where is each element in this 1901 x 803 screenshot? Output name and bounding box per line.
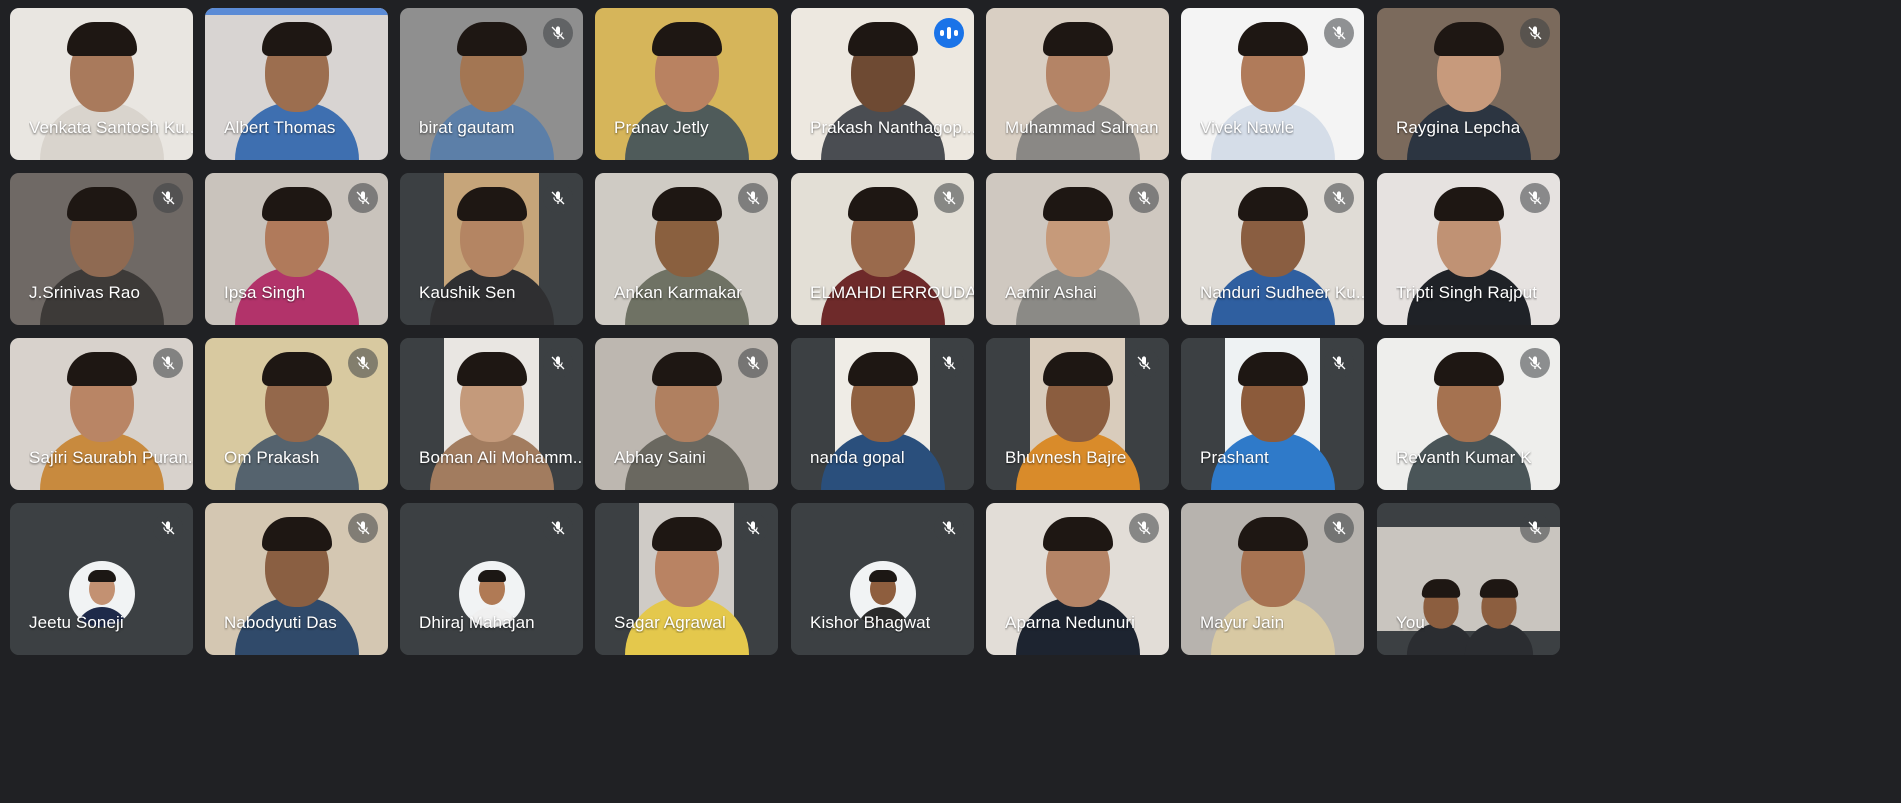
participant-tile[interactable]: Venkata Santosh Ku...: [10, 8, 193, 160]
mic-off-icon: [543, 183, 573, 213]
participant-name: Revanth Kumar K: [1396, 448, 1532, 467]
mic-off-icon: [934, 183, 964, 213]
participant-tile[interactable]: Ipsa Singh: [205, 173, 388, 325]
participant-name: Nanduri Sudheer Ku...: [1200, 283, 1364, 302]
participant-name: Pranav Jetly: [614, 118, 709, 137]
participant-tile[interactable]: Raygina Lepcha: [1377, 8, 1560, 160]
participant-tile[interactable]: Ankan Karmakar: [595, 173, 778, 325]
mic-off-icon: [934, 348, 964, 378]
mic-off-icon: [1129, 183, 1159, 213]
mic-off-icon: [543, 348, 573, 378]
mic-off-icon: [1129, 348, 1159, 378]
participant-name: Bhuvnesh Bajre: [1005, 448, 1127, 467]
participant-tile[interactable]: Om Prakash: [205, 338, 388, 490]
participant-tile[interactable]: Aparna Nedunuri: [986, 503, 1169, 655]
participant-tile[interactable]: birat gautam: [400, 8, 583, 160]
participant-name: J.Srinivas Rao: [29, 283, 140, 302]
participant-name: nanda gopal: [810, 448, 905, 467]
participant-name: Kishor Bhagwat: [810, 613, 931, 632]
mic-off-icon: [738, 183, 768, 213]
participant-tile[interactable]: Kaushik Sen: [400, 173, 583, 325]
video-top-border: [205, 8, 388, 15]
participant-tile[interactable]: Boman Ali Mohamm...: [400, 338, 583, 490]
participant-tile[interactable]: Prashant: [1181, 338, 1364, 490]
mic-off-icon: [738, 348, 768, 378]
mic-off-icon: [1520, 348, 1550, 378]
participant-tile[interactable]: Nabodyuti Das: [205, 503, 388, 655]
participant-name: Albert Thomas: [224, 118, 336, 137]
participant-video-figure: [1463, 573, 1535, 655]
participant-tile[interactable]: Aamir Ashai: [986, 173, 1169, 325]
mic-off-icon: [1324, 348, 1354, 378]
participant-tile[interactable]: Mayur Jain: [1181, 503, 1364, 655]
participant-name: Om Prakash: [224, 448, 320, 467]
mic-off-icon: [348, 513, 378, 543]
participant-name: Venkata Santosh Ku...: [29, 118, 193, 137]
mic-off-icon: [738, 513, 768, 543]
participant-tile[interactable]: Albert Thomas: [205, 8, 388, 160]
participant-name: ELMAHDI ERROUDA...: [810, 283, 974, 302]
participant-tile[interactable]: Kishor Bhagwat: [791, 503, 974, 655]
participant-name: Raygina Lepcha: [1396, 118, 1521, 137]
participant-tile[interactable]: ELMAHDI ERROUDA...: [791, 173, 974, 325]
participant-name: Abhay Saini: [614, 448, 706, 467]
mic-off-icon: [1520, 18, 1550, 48]
participant-tile[interactable]: Revanth Kumar K: [1377, 338, 1560, 490]
mic-off-icon: [543, 18, 573, 48]
participant-tile[interactable]: Dhiraj Mahajan: [400, 503, 583, 655]
participant-name: Sagar Agrawal: [614, 613, 726, 632]
participant-tile[interactable]: J.Srinivas Rao: [10, 173, 193, 325]
participant-name: Aamir Ashai: [1005, 283, 1097, 302]
speaking-indicator-icon: [934, 18, 964, 48]
participant-tile[interactable]: Pranav Jetly: [595, 8, 778, 160]
participant-tile[interactable]: Bhuvnesh Bajre: [986, 338, 1169, 490]
participant-tile[interactable]: Sagar Agrawal: [595, 503, 778, 655]
participant-name: Ankan Karmakar: [614, 283, 743, 302]
mic-off-icon: [348, 348, 378, 378]
mic-off-icon: [153, 183, 183, 213]
mic-off-icon: [1324, 183, 1354, 213]
mic-off-icon: [1520, 183, 1550, 213]
mic-off-icon: [1129, 513, 1159, 543]
participant-name: Muhammad Salman: [1005, 118, 1159, 137]
participant-tile[interactable]: Vivek Nawle: [1181, 8, 1364, 160]
mic-off-icon: [348, 183, 378, 213]
participant-tile[interactable]: You: [1377, 503, 1560, 655]
participant-name: Aparna Nedunuri: [1005, 613, 1136, 632]
mic-off-icon: [934, 513, 964, 543]
participant-name: Dhiraj Mahajan: [419, 613, 535, 632]
participant-tile[interactable]: Abhay Saini: [595, 338, 778, 490]
mic-off-icon: [153, 513, 183, 543]
participant-name: Prakash Nanthagop...: [810, 118, 974, 137]
participant-name: Mayur Jain: [1200, 613, 1285, 632]
participant-grid: Venkata Santosh Ku... Albert Thomas birat …: [0, 0, 1901, 803]
participant-name: Vivek Nawle: [1200, 118, 1295, 137]
participant-name: Tripti Singh Rajput: [1396, 283, 1538, 302]
participant-name: birat gautam: [419, 118, 515, 137]
participant-tile[interactable]: Jeetu Soneji: [10, 503, 193, 655]
mic-off-icon: [1324, 513, 1354, 543]
participant-name: Boman Ali Mohamm...: [419, 448, 583, 467]
participant-name: Sajiri Saurabh Puran...: [29, 448, 193, 467]
participant-tile[interactable]: Sajiri Saurabh Puran...: [10, 338, 193, 490]
mic-off-icon: [153, 348, 183, 378]
participant-name: Jeetu Soneji: [29, 613, 124, 632]
participant-name: Ipsa Singh: [224, 283, 306, 302]
participant-tile[interactable]: nanda gopal: [791, 338, 974, 490]
participant-tile[interactable]: Tripti Singh Rajput: [1377, 173, 1560, 325]
mic-off-icon: [543, 513, 573, 543]
participant-name: You: [1396, 613, 1425, 632]
participant-name: Nabodyuti Das: [224, 613, 337, 632]
participant-tile[interactable]: Nanduri Sudheer Ku...: [1181, 173, 1364, 325]
participant-tile[interactable]: Muhammad Salman: [986, 8, 1169, 160]
participant-name: Prashant: [1200, 448, 1269, 467]
mic-off-icon: [1324, 18, 1354, 48]
participant-name: Kaushik Sen: [419, 283, 516, 302]
mic-off-icon: [1520, 513, 1550, 543]
participant-tile[interactable]: Prakash Nanthagop...: [791, 8, 974, 160]
